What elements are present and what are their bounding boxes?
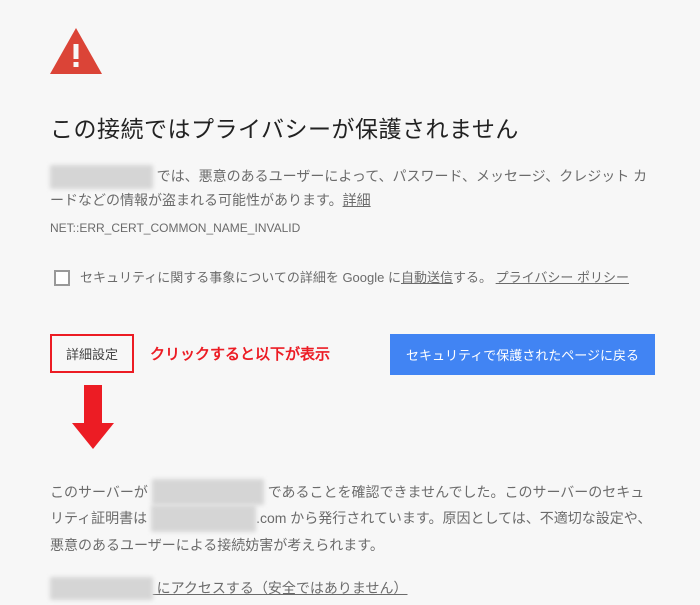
redacted-domain: XXXXXXXXXXX: [50, 165, 153, 189]
redacted-issuer: xxxxxxxxxxxxxxx: [151, 505, 256, 532]
redacted-server: XXXXXXXXXXXX: [152, 479, 264, 506]
page-title: この接続ではプライバシーが保護されません: [50, 110, 655, 149]
error-code: NET::ERR_CERT_COMMON_NAME_INVALID: [50, 218, 655, 238]
learn-more-link[interactable]: 詳細: [343, 192, 371, 208]
opt-in-row: セキュリティに関する事象についての詳細を Google に自動送信する。 プライ…: [50, 267, 655, 289]
warning-icon: [50, 28, 655, 82]
optin-text: セキュリティに関する事象についての詳細を Google に自動送信する。 プライ…: [80, 267, 629, 289]
optin-checkbox[interactable]: [54, 270, 70, 286]
auto-send-link[interactable]: 自動送信: [401, 270, 453, 285]
advanced-button[interactable]: 詳細設定: [50, 334, 134, 373]
redacted-proceed-domain: XXXXXXXXXXX: [50, 577, 153, 601]
proceed-unsafe-link[interactable]: XXXXXXXXXXX にアクセスする（安全ではありません）: [50, 577, 655, 601]
arrow-down-icon: [72, 385, 655, 457]
privacy-policy-link[interactable]: プライバシー ポリシー: [496, 270, 629, 285]
advanced-detail-text: このサーバーが XXXXXXXXXXXX であることを確認できませんでした。この…: [50, 479, 655, 559]
back-to-safety-button[interactable]: セキュリティで保護されたページに戻る: [390, 334, 655, 375]
annotation-text: クリックすると以下が表示: [150, 342, 378, 368]
warning-body: XXXXXXXXXXX では、悪意のあるユーザーによって、パスワード、メッセージ…: [50, 165, 655, 213]
